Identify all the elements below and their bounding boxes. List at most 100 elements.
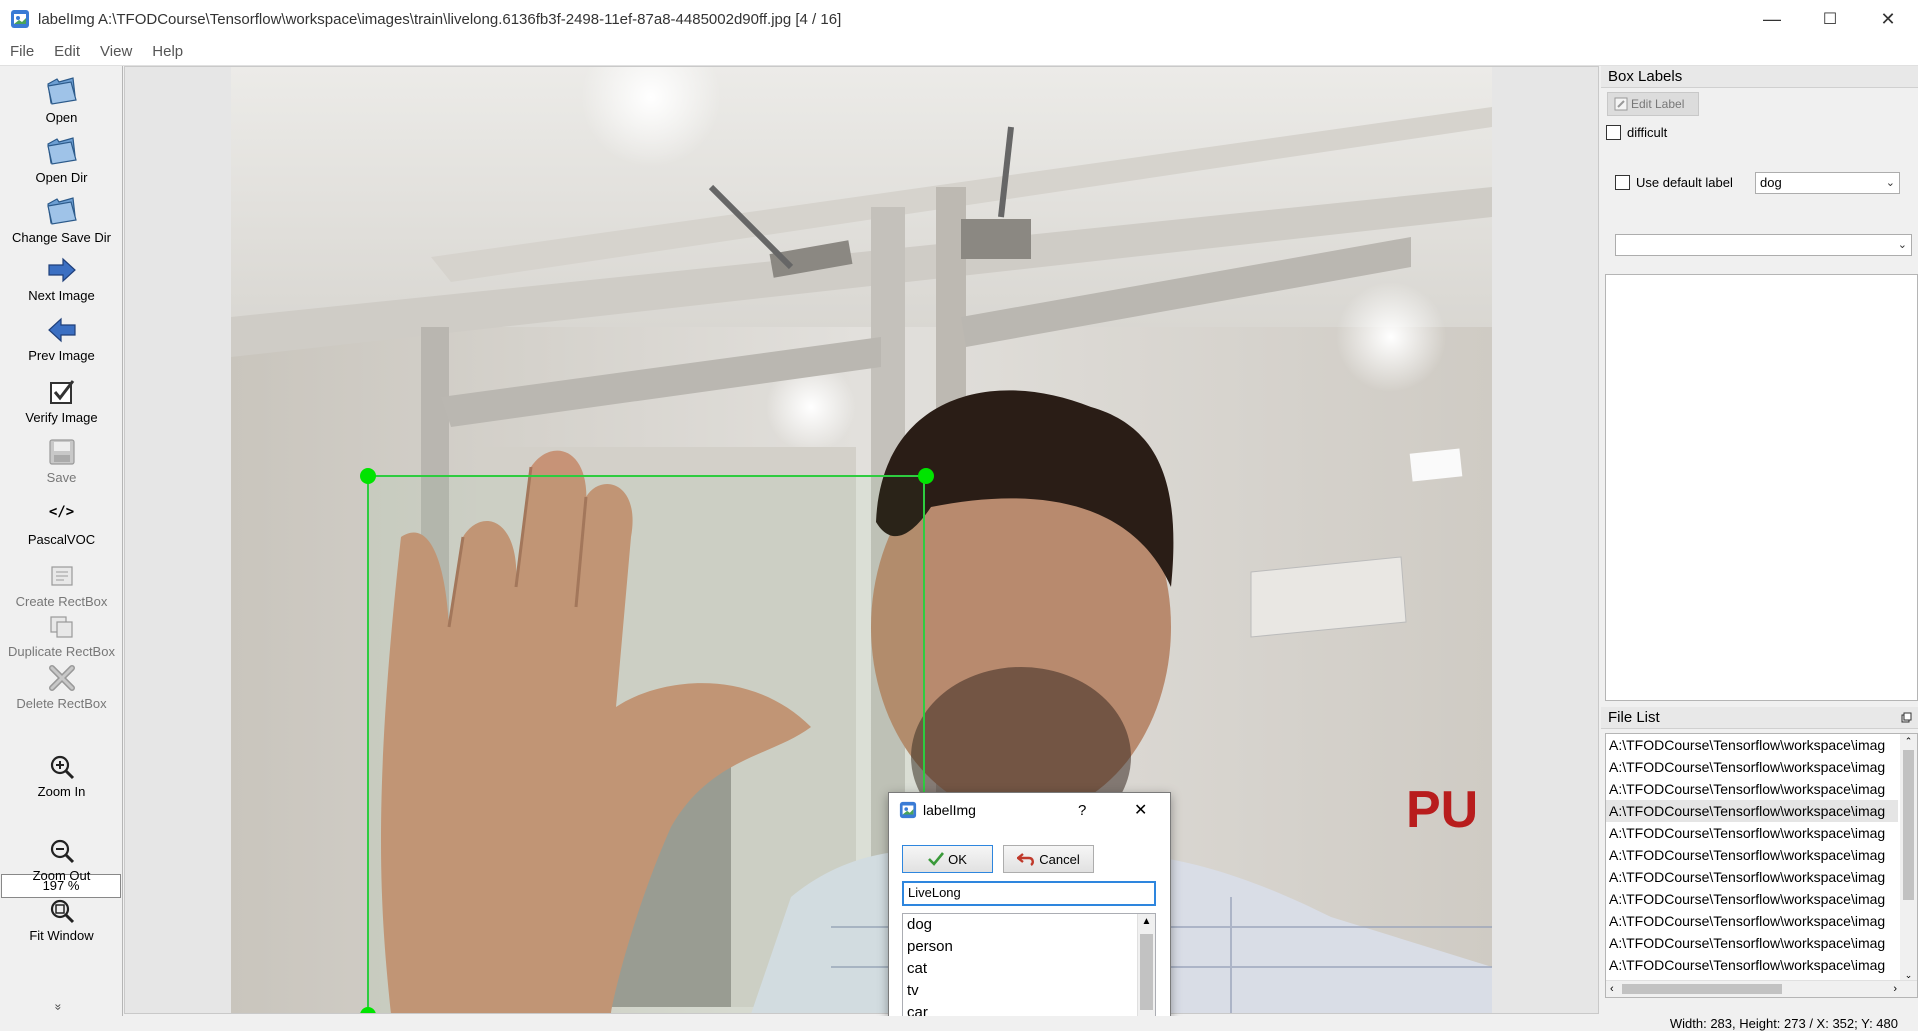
next-image-button[interactable]: Next Image: [0, 256, 123, 303]
scrollbar-thumb[interactable]: [1903, 750, 1914, 900]
file-list-item[interactable]: A:\TFODCourse\Tensorflow\workspace\imag: [1606, 888, 1898, 910]
menu-file[interactable]: File: [0, 43, 44, 60]
format-toggle-button[interactable]: </> PascalVOC: [0, 504, 123, 547]
scrollbar-thumb[interactable]: [1140, 934, 1153, 1010]
cancel-button[interactable]: Cancel: [1003, 845, 1094, 873]
scroll-up-arrow-icon[interactable]: ⌃: [1900, 734, 1917, 748]
chevron-down-icon: ⌄: [1897, 239, 1907, 251]
zoom-in-icon: [50, 755, 74, 780]
verify-image-button[interactable]: Verify Image: [0, 378, 123, 425]
ok-label: OK: [948, 851, 967, 867]
edit-label-text: Edit Label: [1631, 97, 1685, 111]
file-list-item[interactable]: A:\TFODCourse\Tensorflow\workspace\imag: [1606, 844, 1898, 866]
change-save-dir-button[interactable]: Change Save Dir: [0, 196, 123, 245]
file-list: A:\TFODCourse\Tensorflow\workspace\imag A…: [1605, 733, 1918, 998]
file-list-title-text: File List: [1608, 709, 1660, 726]
menu-help[interactable]: Help: [142, 43, 193, 60]
fit-window-button[interactable]: Fit Window: [0, 898, 123, 943]
file-list-item[interactable]: A:\TFODCourse\Tensorflow\workspace\imag: [1606, 954, 1898, 976]
scroll-left-arrow-icon[interactable]: ‹: [1610, 981, 1614, 997]
difficult-check[interactable]: [1606, 125, 1621, 140]
ok-button[interactable]: OK: [902, 845, 993, 873]
toolbar-extension-chevron-icon[interactable]: »: [51, 1004, 65, 1011]
dialog-help-button[interactable]: ?: [1078, 802, 1086, 819]
file-list-item[interactable]: A:\TFODCourse\Tensorflow\workspace\imag: [1606, 822, 1898, 844]
edit-pencil-icon: [1614, 97, 1628, 111]
dialog-title: labelImg: [923, 802, 976, 818]
format-label: PascalVOC: [27, 532, 96, 547]
use-default-label-check[interactable]: [1615, 175, 1630, 190]
difficult-checkbox[interactable]: difficult: [1606, 125, 1667, 140]
file-list-item[interactable]: A:\TFODCourse\Tensorflow\workspace\imag: [1606, 866, 1898, 888]
verify-image-label: Verify Image: [25, 410, 98, 425]
status-bar: Width: 283, Height: 273 / X: 352; Y: 480: [0, 1016, 1918, 1031]
fit-window-icon: [50, 899, 74, 924]
duplicate-rectbox-button[interactable]: Duplicate RectBox: [0, 614, 123, 659]
label-list[interactable]: [1605, 274, 1918, 701]
difficult-label: difficult: [1627, 125, 1668, 140]
zoom-in-button[interactable]: Zoom In: [0, 754, 123, 799]
open-label: Open: [45, 110, 78, 125]
maximize-button[interactable]: ☐: [1801, 0, 1859, 38]
edit-label-button[interactable]: Edit Label: [1607, 92, 1699, 116]
create-rectbox-button[interactable]: Create RectBox: [0, 564, 123, 609]
menu-view[interactable]: View: [90, 43, 142, 60]
default-label-combo[interactable]: dog ⌄: [1755, 172, 1900, 194]
bounding-box[interactable]: [367, 475, 925, 1013]
scroll-up-arrow-icon[interactable]: ▲: [1138, 914, 1155, 930]
close-button[interactable]: ✕: [1859, 0, 1917, 38]
labelimg-app-icon: [11, 10, 29, 28]
duplicate-rectbox-label: Duplicate RectBox: [8, 644, 115, 659]
arrow-left-icon: [47, 317, 76, 343]
zoom-out-icon: [50, 839, 74, 864]
bbox-handle-top-left[interactable]: [360, 468, 376, 484]
chevron-down-icon: ⌄: [1885, 177, 1895, 189]
file-list-item[interactable]: A:\TFODCourse\Tensorflow\workspace\imag: [1606, 778, 1898, 800]
prev-image-button[interactable]: Prev Image: [0, 316, 123, 363]
zoom-out-button[interactable]: Zoom Out: [0, 838, 123, 883]
scroll-right-arrow-icon[interactable]: ›: [1893, 981, 1897, 997]
use-default-label-checkbox[interactable]: Use default label: [1615, 175, 1733, 190]
file-list-item[interactable]: A:\TFODCourse\Tensorflow\workspace\imag: [1606, 734, 1898, 756]
label-suggestion-list: dog person cat tv car meatballs ▲: [902, 913, 1156, 1031]
dialog-close-button[interactable]: ✕: [1134, 800, 1147, 820]
box-labels-title: Box Labels: [1601, 66, 1918, 88]
create-rectbox-icon: [50, 566, 73, 586]
next-image-label: Next Image: [28, 288, 95, 303]
undock-icon[interactable]: [1901, 712, 1912, 723]
minimize-button[interactable]: —: [1743, 0, 1801, 38]
label-option-tv[interactable]: tv: [903, 980, 1155, 1002]
suggestion-list-scrollbar[interactable]: ▲: [1137, 914, 1155, 1031]
open-dir-button[interactable]: Open Dir: [0, 136, 123, 185]
file-list-item[interactable]: A:\TFODCourse\Tensorflow\workspace\imag: [1606, 910, 1898, 932]
cancel-label: Cancel: [1039, 851, 1080, 867]
label-option-person[interactable]: person: [903, 936, 1155, 958]
image-canvas[interactable]: PU: [124, 66, 1599, 1014]
file-list-horizontal-scrollbar[interactable]: ‹ ›: [1606, 980, 1917, 997]
duplicate-icon: [49, 616, 73, 638]
label-option-cat[interactable]: cat: [903, 958, 1155, 980]
file-list-item[interactable]: A:\TFODCourse\Tensorflow\workspace\imag: [1606, 756, 1898, 778]
status-text: Width: 283, Height: 273 / X: 352; Y: 480: [1669, 1016, 1898, 1031]
save-disk-icon: [48, 439, 75, 465]
delete-rectbox-button[interactable]: Delete RectBox: [0, 664, 123, 711]
label-filter-combo[interactable]: ⌄: [1615, 234, 1912, 256]
label-option-dog[interactable]: dog: [903, 914, 1155, 936]
zoom-out-label: Zoom Out: [32, 868, 91, 883]
create-rectbox-label: Create RectBox: [15, 594, 108, 609]
checkbox-checked-icon: [49, 380, 74, 404]
left-toolbar: Open Open Dir Change Save Dir Next Image…: [0, 66, 123, 1016]
folder-open-icon: [46, 77, 77, 105]
arrow-right-icon: [47, 257, 76, 283]
file-list-item[interactable]: A:\TFODCourse\Tensorflow\workspace\imag: [1606, 800, 1898, 822]
save-label: Save: [46, 470, 77, 485]
scrollbar-thumb[interactable]: [1622, 984, 1782, 994]
open-button[interactable]: Open: [0, 76, 123, 125]
label-input[interactable]: LiveLong: [902, 881, 1156, 906]
menu-edit[interactable]: Edit: [44, 43, 90, 60]
bbox-handle-top-right[interactable]: [918, 468, 934, 484]
zoom-in-label: Zoom In: [37, 784, 86, 799]
file-list-item[interactable]: A:\TFODCourse\Tensorflow\workspace\imag: [1606, 932, 1898, 954]
save-button[interactable]: Save: [0, 438, 123, 485]
file-list-vertical-scrollbar[interactable]: ⌃ ⌄: [1900, 734, 1917, 982]
